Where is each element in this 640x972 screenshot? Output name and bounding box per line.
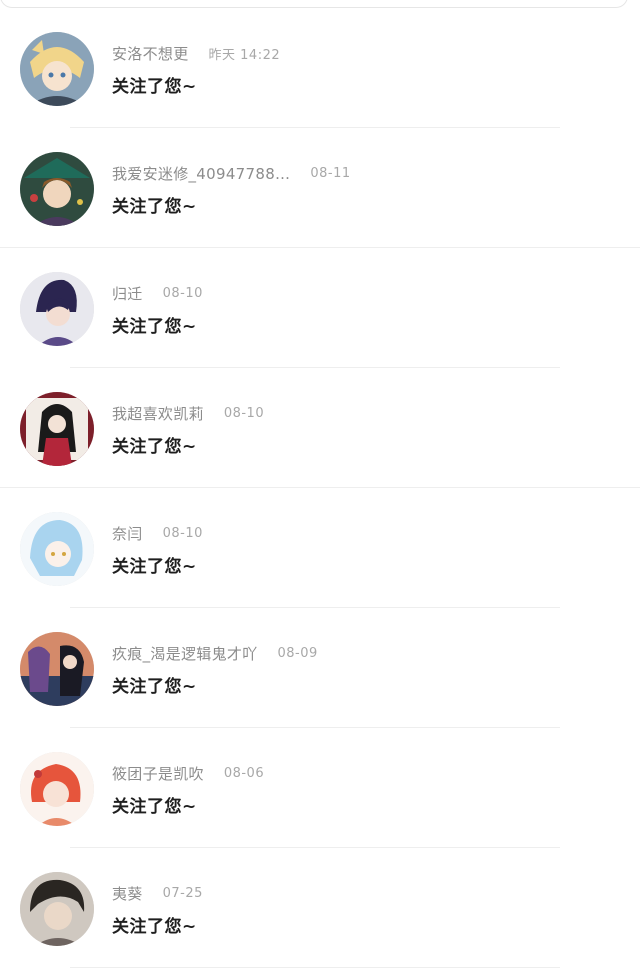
notification-meta: 疚痕_渴是逻辑鬼才吖 08-09 — [112, 640, 318, 666]
notification-meta: 我爱安迷修_40947788… 08-11 — [112, 160, 351, 186]
avatar-image — [20, 32, 94, 106]
username[interactable]: 筱团子是凯吹 — [112, 763, 204, 784]
notification-text: 关注了您~ — [112, 317, 197, 337]
notification-item[interactable]: 夷葵 07-25 关注了您~ — [0, 840, 640, 968]
notification-meta: 夷葵 07-25 — [112, 880, 203, 906]
avatar[interactable] — [20, 512, 94, 586]
notification-item[interactable]: 我爱安迷修_40947788… 08-11 关注了您~ — [0, 120, 640, 248]
username[interactable]: 奈闫 — [112, 523, 143, 544]
notification-text: 关注了您~ — [112, 797, 197, 817]
notification-meta: 安洛不想更 昨天 14:22 — [112, 40, 280, 66]
notification-item[interactable]: 筱团子是凯吹 08-06 关注了您~ — [0, 720, 640, 848]
timestamp: 08-10 — [162, 285, 203, 301]
notification-meta: 归迁 08-10 — [112, 280, 203, 306]
notification-text: 关注了您~ — [112, 77, 197, 97]
notification-item[interactable]: 安洛不想更 昨天 14:22 关注了您~ — [0, 0, 640, 128]
notification-meta: 奈闫 08-10 — [112, 520, 203, 546]
avatar-image — [20, 392, 94, 466]
timestamp: 07-25 — [162, 885, 203, 901]
timestamp: 08-10 — [162, 525, 203, 541]
timestamp: 08-10 — [223, 405, 265, 421]
notification-text: 关注了您~ — [112, 557, 197, 577]
divider — [70, 967, 560, 968]
timestamp: 08-06 — [223, 765, 265, 781]
notification-item[interactable]: 我超喜欢凯莉 08-10 关注了您~ — [0, 360, 640, 488]
notification-text: 关注了您~ — [112, 437, 197, 457]
notification-text: 关注了您~ — [112, 197, 197, 217]
notification-item[interactable]: 奈闫 08-10 关注了您~ — [0, 480, 640, 608]
avatar[interactable] — [20, 152, 94, 226]
avatar-image — [20, 632, 94, 706]
avatar[interactable] — [20, 392, 94, 466]
avatar-image — [20, 872, 94, 946]
avatar-image — [20, 752, 94, 826]
username[interactable]: 归迁 — [112, 283, 143, 304]
username[interactable]: 我超喜欢凯莉 — [112, 403, 204, 424]
notification-text: 关注了您~ — [112, 677, 197, 697]
timestamp: 08-09 — [277, 645, 318, 661]
avatar[interactable] — [20, 632, 94, 706]
avatar-image — [20, 152, 94, 226]
notification-text: 关注了您~ — [112, 917, 197, 937]
avatar[interactable] — [20, 752, 94, 826]
avatar[interactable] — [20, 872, 94, 946]
notification-item[interactable]: 归迁 08-10 关注了您~ — [0, 240, 640, 368]
username[interactable]: 疚痕_渴是逻辑鬼才吖 — [112, 643, 258, 664]
username[interactable]: 夷葵 — [112, 883, 143, 904]
username[interactable]: 我爱安迷修_40947788… — [112, 163, 290, 184]
notification-meta: 筱团子是凯吹 08-06 — [112, 760, 264, 786]
timestamp: 08-11 — [310, 165, 351, 181]
avatar[interactable] — [20, 272, 94, 346]
notification-item[interactable]: 疚痕_渴是逻辑鬼才吖 08-09 关注了您~ — [0, 600, 640, 728]
username[interactable]: 安洛不想更 — [112, 43, 189, 64]
avatar-image — [20, 512, 94, 586]
avatar[interactable] — [20, 32, 94, 106]
avatar-image — [20, 272, 94, 346]
notification-meta: 我超喜欢凯莉 08-10 — [112, 400, 264, 426]
timestamp: 昨天 14:22 — [208, 47, 281, 63]
